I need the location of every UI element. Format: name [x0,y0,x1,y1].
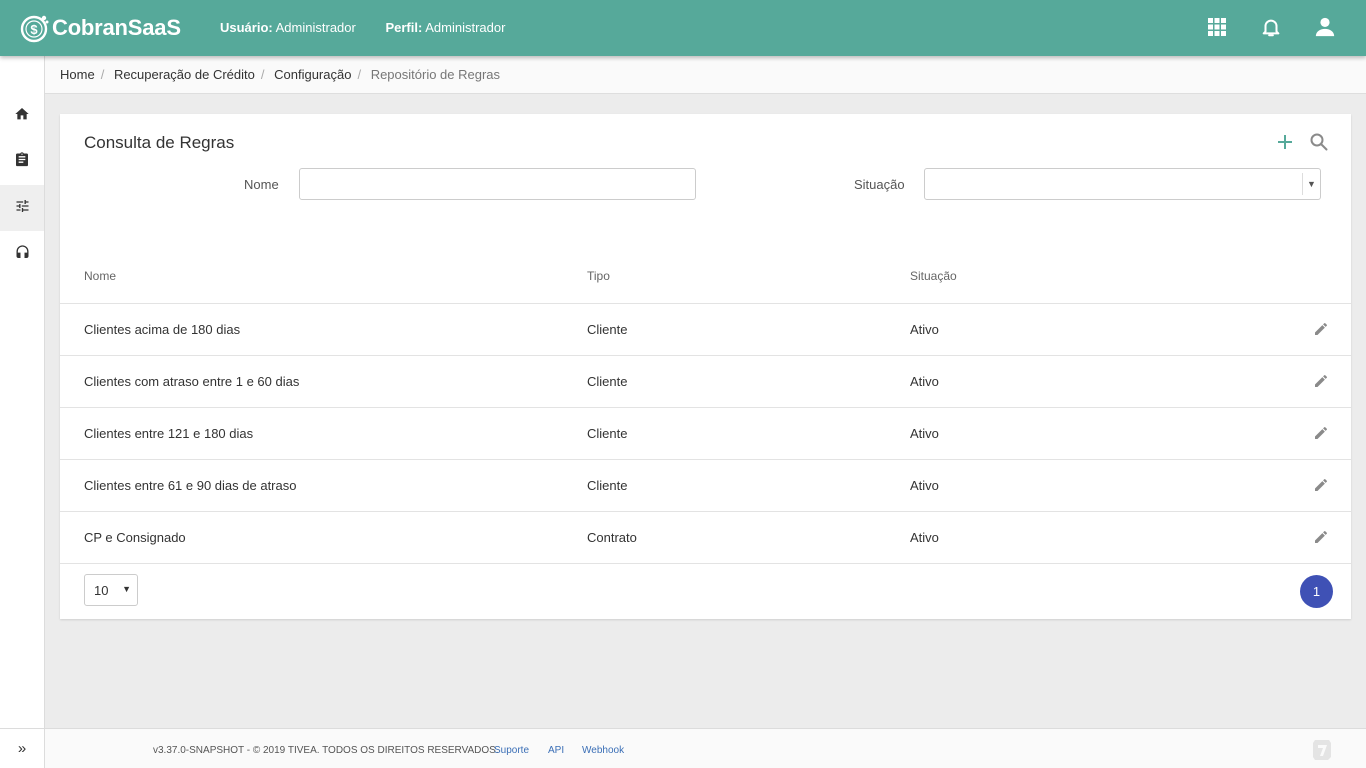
name-filter-label: Nome [244,177,279,192]
cell-nome: Clientes com atraso entre 1 e 60 dias [84,374,300,389]
cell-nome: Clientes acima de 180 dias [84,322,241,337]
table-row[interactable]: Clientes com atraso entre 1 e 60 dias Cl… [60,355,1351,407]
page-size-select[interactable]: 10 ▼ [84,574,138,606]
sidebar-item-configuration[interactable] [0,185,44,231]
column-header-situacao[interactable]: Situação [910,269,957,283]
column-header-tipo[interactable]: Tipo [587,269,610,283]
app-name: CobranSaaS [52,15,181,40]
footer-copyright: v3.37.0-SNAPSHOT - © 2019 TIVEA. TODOS O… [153,745,499,756]
breadcrumb-configuracao[interactable]: Configuração [274,67,351,82]
sidebar-expand-toggle[interactable]: » [0,728,44,768]
breadcrumb-current: Repositório de Regras [370,67,501,82]
cell-tipo: Cliente [587,374,628,389]
status-filter-label: Situação [854,177,905,192]
home-icon [14,106,30,127]
app-logo[interactable]: $ CobranSaaS [20,11,181,45]
cell-tipo: Cliente [587,426,628,441]
notification-bell-icon[interactable] [1260,16,1282,38]
breadcrumb: Home / Recuperação de Crédito / Configuraç… [45,56,1366,94]
edit-pencil-icon[interactable] [1313,321,1329,337]
user-info: Usuário: Administrador Perfil: Administr… [220,20,505,35]
table-row[interactable]: CP e Consignado Contrato Ativo [60,511,1351,563]
edit-pencil-icon[interactable] [1313,373,1329,389]
edit-pencil-icon[interactable] [1313,477,1329,493]
user-value: Administrador [275,20,356,35]
add-icon[interactable] [1275,132,1295,152]
clipboard-icon [14,151,30,173]
dropdown-arrow-icon: ▼ [122,584,131,594]
top-bar: $ CobranSaaS Usuário: Administrador Perf… [0,0,1366,56]
cell-situacao: Ativo [910,478,939,493]
cell-situacao: Ativo [910,530,939,545]
cell-tipo: Cliente [587,322,628,337]
page-size-value: 10 [94,583,109,598]
sidebar-item-clipboard[interactable] [0,139,44,185]
settings-sliders-icon [14,198,31,219]
table-row[interactable]: Clientes entre 61 e 90 dias de atraso Cl… [60,459,1351,511]
rules-card: Consulta de Regras Nome Situação ▼ Nome … [60,114,1351,619]
cell-nome: Clientes entre 61 e 90 dias de atraso [84,478,297,493]
apps-grid-icon[interactable] [1206,16,1228,38]
search-icon[interactable] [1309,132,1329,152]
headset-icon [14,244,31,265]
footer-link-api[interactable]: API [548,745,564,756]
table-row[interactable]: Clientes acima de 180 dias Cliente Ativo [60,303,1351,355]
dropdown-arrow-icon: ▼ [1302,173,1320,195]
edit-pencil-icon[interactable] [1313,529,1329,545]
profile-value: Administrador [425,20,506,35]
name-filter-input[interactable] [299,168,696,200]
account-icon[interactable] [1314,16,1336,38]
footer: v3.37.0-SNAPSHOT - © 2019 TIVEA. TODOS O… [45,728,1366,768]
cell-nome: Clientes entre 121 e 180 dias [84,426,254,441]
table-divider [60,563,1351,564]
table-row[interactable]: Clientes entre 121 e 180 dias Cliente At… [60,407,1351,459]
pagination-page-button[interactable]: 1 [1300,575,1333,608]
dollar-coin-icon: $ [20,13,50,43]
footer-link-webhook[interactable]: Webhook [582,745,624,756]
footer-link-suporte[interactable]: Suporte [494,745,529,756]
column-header-nome[interactable]: Nome [84,269,116,283]
edit-pencil-icon[interactable] [1313,425,1329,441]
sidebar-item-support[interactable] [0,231,44,277]
sidebar: » [0,56,45,768]
cell-tipo: Contrato [587,530,637,545]
breadcrumb-recuperacao-credito[interactable]: Recuperação de Crédito [114,67,255,82]
profile-label: Perfil: [385,20,423,35]
breadcrumb-home[interactable]: Home [60,67,95,82]
company-logo-icon [1312,739,1332,761]
page-title: Consulta de Regras [84,133,235,152]
cell-nome: CP e Consignado [84,530,186,545]
user-label: Usuário: [220,20,273,35]
cell-situacao: Ativo [910,322,939,337]
cell-tipo: Cliente [587,478,628,493]
status-filter-select[interactable]: ▼ [924,168,1321,200]
cell-situacao: Ativo [910,426,939,441]
svg-text:$: $ [30,22,38,37]
cell-situacao: Ativo [910,374,939,389]
sidebar-item-home[interactable] [0,93,44,139]
